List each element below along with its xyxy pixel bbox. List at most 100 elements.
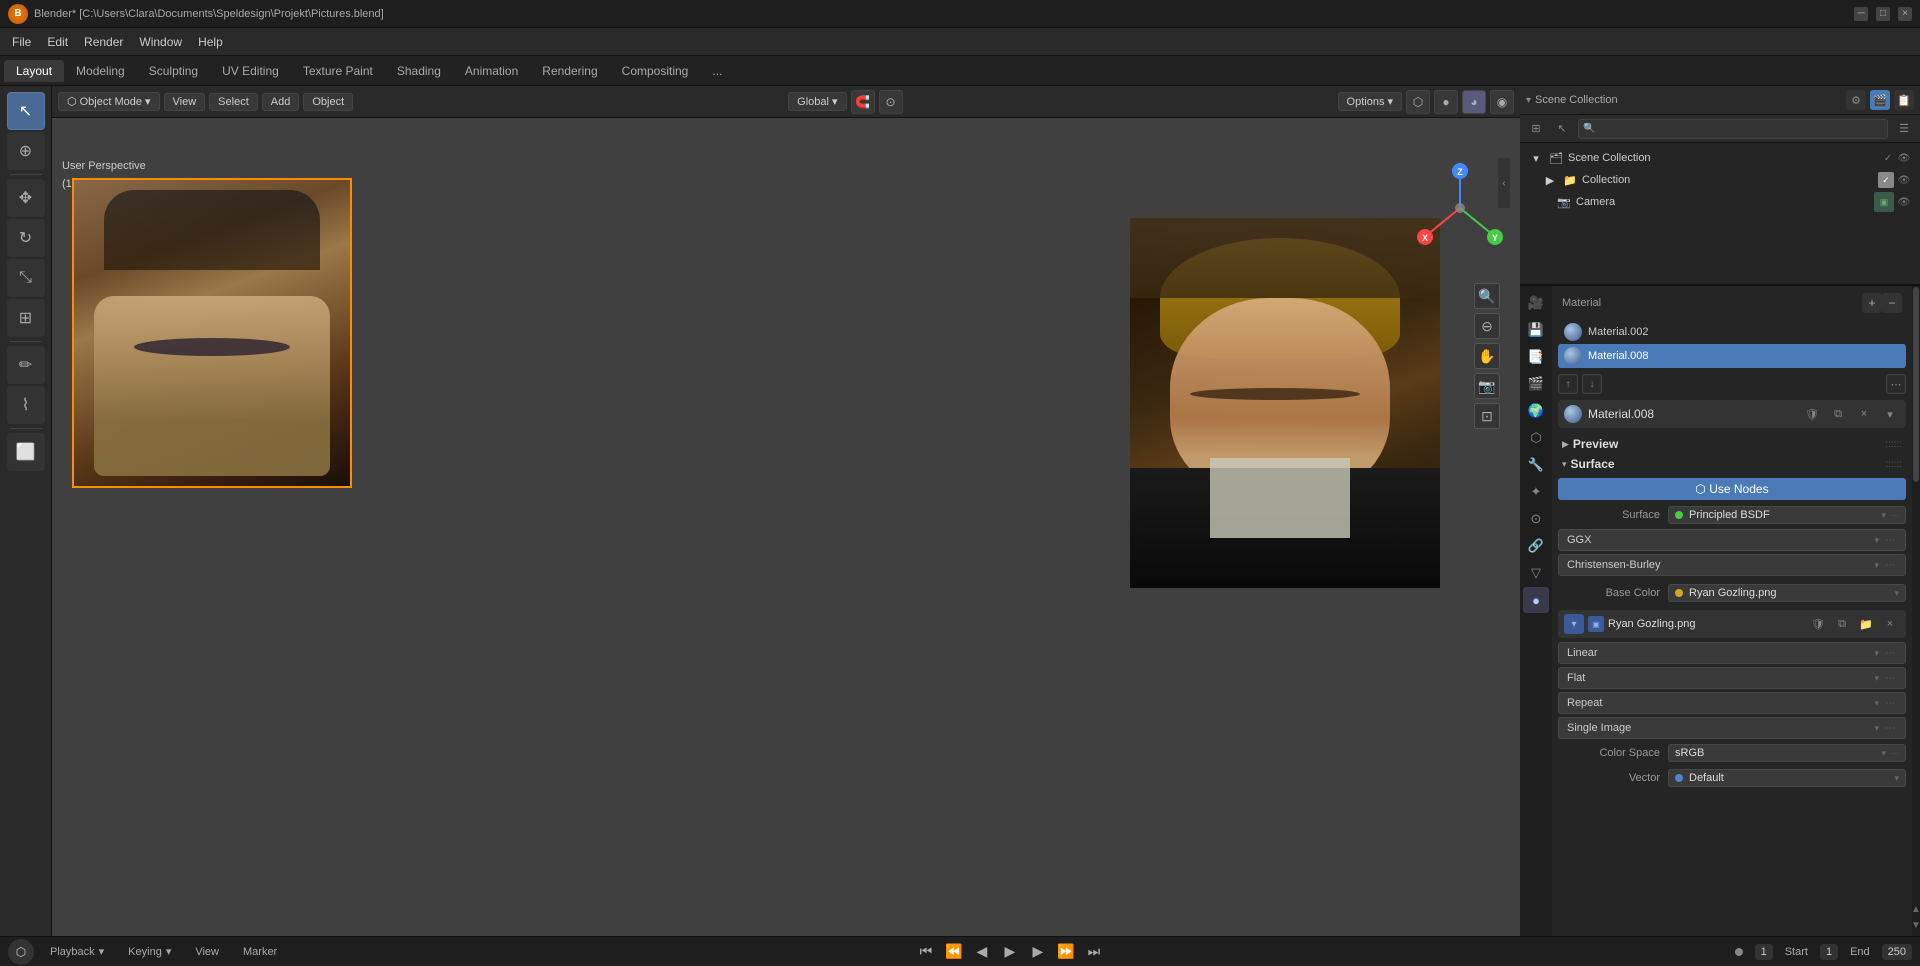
prop-material-icon[interactable]: ●: [1523, 587, 1549, 613]
outliner-select-button[interactable]: ↖: [1552, 119, 1572, 139]
material-item-002[interactable]: Material.002: [1558, 320, 1906, 344]
tool-add-cube[interactable]: ⬜: [7, 433, 45, 471]
viewport-shading-solid[interactable]: ●: [1434, 90, 1458, 114]
prop-particles-icon[interactable]: ✦: [1523, 479, 1549, 505]
material-down-button[interactable]: ↓: [1582, 374, 1602, 394]
next-keyframe-button[interactable]: ▶: [1026, 940, 1050, 964]
image-texture-shield-icon[interactable]: 🛡: [1808, 614, 1828, 634]
material-copy-icon[interactable]: ⧉: [1828, 404, 1848, 424]
zoom-in-button[interactable]: 🔍: [1474, 283, 1500, 309]
menu-window[interactable]: Window: [131, 33, 190, 51]
snap-toggle[interactable]: 🧲: [851, 90, 875, 114]
use-nodes-button[interactable]: ⬡ Use Nodes: [1558, 478, 1906, 500]
prop-data-icon[interactable]: ▽: [1523, 560, 1549, 586]
scene-collection-dropdown[interactable]: ▾: [1526, 95, 1531, 106]
material-add-button[interactable]: +: [1862, 293, 1882, 313]
image-texture-copy-icon[interactable]: ⧉: [1832, 614, 1852, 634]
image-texture-close-icon[interactable]: ×: [1880, 614, 1900, 634]
camera-button[interactable]: 📷: [1474, 373, 1500, 399]
viewport-content[interactable]: User Perspective (1) Collection | Ryan_r…: [52, 118, 1520, 936]
mode-selector[interactable]: ⬡ Object Mode ▾: [58, 92, 160, 111]
prop-modifier-icon[interactable]: 🔧: [1523, 452, 1549, 478]
outliner-filter-icons[interactable]: ☰: [1894, 119, 1914, 139]
prop-world-icon[interactable]: 🌍: [1523, 398, 1549, 424]
ortho-button[interactable]: ⊡: [1474, 403, 1500, 429]
distribution-dropdown[interactable]: GGX ▾ ⋯: [1558, 529, 1906, 551]
current-frame[interactable]: 1: [1755, 944, 1773, 960]
tool-move[interactable]: ✥: [7, 179, 45, 217]
jump-start-button[interactable]: ⏮: [914, 940, 938, 964]
properties-scrollbar[interactable]: ▲ ▼: [1912, 286, 1920, 936]
playback-button[interactable]: Playback ▾: [42, 943, 112, 960]
vector-value[interactable]: Default ▾: [1668, 769, 1906, 787]
collection-eye[interactable]: 👁: [1896, 172, 1912, 188]
outliner-search-input[interactable]: [1578, 119, 1888, 139]
material-unlink-icon[interactable]: ×: [1854, 404, 1874, 424]
tool-transform[interactable]: ⊞: [7, 299, 45, 337]
subsurface-dropdown[interactable]: Christensen-Burley ▾ ⋯: [1558, 554, 1906, 576]
tool-measure[interactable]: ⌇: [7, 386, 45, 424]
prop-constraints-icon[interactable]: 🔗: [1523, 533, 1549, 559]
outliner-item-camera[interactable]: 📷 Camera ▣ 👁: [1552, 191, 1916, 213]
menu-render[interactable]: Render: [76, 33, 131, 51]
scroll-up-arrow[interactable]: ▲: [1913, 902, 1919, 916]
material-up-button[interactable]: ↑: [1558, 374, 1578, 394]
scene-collection-check[interactable]: ✓: [1880, 150, 1896, 166]
preview-section-header[interactable]: ▶ Preview ::::::: [1558, 434, 1906, 454]
tab-shading[interactable]: Shading: [385, 60, 453, 82]
material-remove-button[interactable]: −: [1882, 293, 1902, 313]
menu-edit[interactable]: Edit: [39, 33, 76, 51]
maximize-button[interactable]: □: [1876, 7, 1890, 21]
collection-check-box[interactable]: ✓: [1878, 172, 1894, 188]
object-menu[interactable]: Object: [303, 93, 353, 111]
tool-select[interactable]: ↖: [7, 92, 45, 130]
image-texture-type-selector[interactable]: ▾: [1564, 614, 1584, 634]
tab-modeling[interactable]: Modeling: [64, 60, 137, 82]
scene-selector-button[interactable]: ⬡: [8, 939, 34, 965]
projection-dropdown[interactable]: Flat ▾ ⋯: [1558, 667, 1906, 689]
keying-button[interactable]: Keying ▾: [120, 943, 179, 960]
prop-output-icon[interactable]: 💾: [1523, 317, 1549, 343]
tab-animation[interactable]: Animation: [453, 60, 530, 82]
image-source-dropdown[interactable]: Single Image ▾ ⋯: [1558, 717, 1906, 739]
viewport-shading-wire[interactable]: ⬡: [1406, 90, 1430, 114]
viewport-area[interactable]: ⬡ Object Mode ▾ View Select Add Object: [52, 86, 1520, 936]
selected-object[interactable]: [72, 178, 352, 488]
view-button[interactable]: View: [187, 944, 227, 960]
outliner-item-collection[interactable]: ▶ 📁 Collection ✓ 👁: [1538, 169, 1916, 191]
outliner-viewlayer-button[interactable]: 📋: [1894, 90, 1914, 110]
add-menu[interactable]: Add: [262, 93, 300, 111]
outliner-scene-button[interactable]: 🎬: [1870, 90, 1890, 110]
tab-uv-editing[interactable]: UV Editing: [210, 60, 291, 82]
material-shield-icon[interactable]: 🛡: [1802, 404, 1822, 424]
tool-scale[interactable]: ⤡: [7, 259, 45, 297]
minimize-button[interactable]: ─: [1854, 7, 1868, 21]
prop-object-icon[interactable]: ⬡: [1523, 425, 1549, 451]
material-browse-icon[interactable]: ▾: [1880, 404, 1900, 424]
surface-field-value[interactable]: Principled BSDF ▾ ⋯: [1668, 506, 1906, 524]
menu-help[interactable]: Help: [190, 33, 231, 51]
close-button[interactable]: ×: [1898, 7, 1912, 21]
prev-frame-button[interactable]: ⏪: [942, 940, 966, 964]
tool-cursor[interactable]: ⊕: [7, 132, 45, 170]
tab-more[interactable]: ...: [700, 60, 734, 82]
prop-view-layer-icon[interactable]: 📑: [1523, 344, 1549, 370]
global-dropdown[interactable]: Global ▾: [788, 92, 846, 111]
marker-button[interactable]: Marker: [235, 944, 285, 960]
base-color-value[interactable]: Ryan Gozling.png ▾: [1668, 584, 1906, 602]
scene-collection-eye[interactable]: 👁: [1896, 150, 1912, 166]
scrollbar-thumb[interactable]: [1913, 287, 1919, 482]
next-frame-button[interactable]: ⏩: [1054, 940, 1078, 964]
tab-compositing[interactable]: Compositing: [610, 60, 701, 82]
frame-start[interactable]: 1: [1820, 944, 1838, 960]
material-sort-button[interactable]: ⋯: [1886, 374, 1906, 394]
prop-scene-icon[interactable]: 🎬: [1523, 371, 1549, 397]
frame-end[interactable]: 250: [1882, 944, 1912, 960]
tab-rendering[interactable]: Rendering: [530, 60, 609, 82]
viewport-shading-render[interactable]: ◉: [1490, 90, 1514, 114]
view-menu[interactable]: View: [164, 93, 206, 111]
outliner-filter-button[interactable]: ⚙: [1846, 90, 1866, 110]
grab-button[interactable]: ✋: [1474, 343, 1500, 369]
prop-render-icon[interactable]: 🎥: [1523, 290, 1549, 316]
outliner-view-button[interactable]: ⊞: [1526, 119, 1546, 139]
